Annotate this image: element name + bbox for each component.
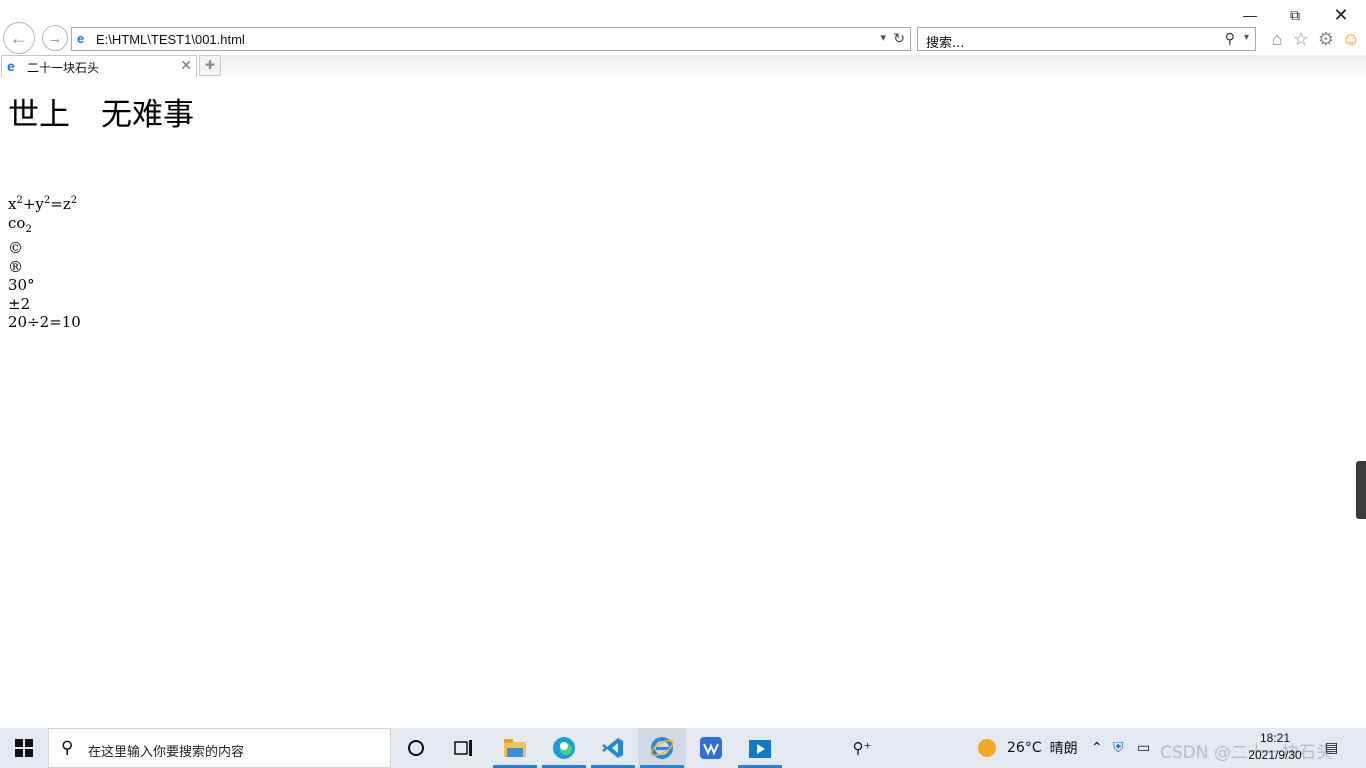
people-button[interactable]: ⚲⁺	[838, 728, 886, 768]
clock[interactable]: 18:21 2021/9/30	[1240, 730, 1310, 764]
taskbar: ⚲ 在这里输入你要搜索的内容 ⚲⁺ 26°C 晴朗 ⌃ ⛨ ▭ CSDN @二十…	[0, 728, 1366, 768]
task-view-button[interactable]	[440, 728, 488, 768]
wps-button[interactable]	[687, 728, 735, 768]
close-tab-icon[interactable]: ✕	[180, 57, 192, 74]
search-placeholder: 搜索...	[926, 36, 965, 51]
ie-tab-icon: e	[7, 58, 15, 74]
ie-taskbar-button[interactable]	[638, 728, 686, 768]
arrow-left-icon: ←	[10, 27, 28, 48]
windows-logo-icon	[15, 739, 33, 757]
security-icon[interactable]: ⛨	[1113, 728, 1124, 768]
media-player-icon	[749, 740, 771, 758]
home-icon[interactable]: ⌂	[1266, 28, 1288, 50]
sun-icon	[978, 739, 996, 757]
media-player-button[interactable]	[736, 728, 784, 768]
close-window-button[interactable]: ✕	[1318, 4, 1364, 26]
new-tab-button[interactable]: ✚	[199, 55, 221, 76]
address-bar[interactable]: e E:\HTML\TEST1\001.html ▾ ↻	[71, 27, 911, 51]
page-content: 世上 无难事 x2+y2=z2 co2 © ® 30° ±2 20÷2=10	[8, 86, 194, 332]
minimize-button[interactable]: —	[1227, 4, 1273, 26]
clock-date: 2021/9/30	[1248, 748, 1302, 762]
taskbar-search-placeholder: 在这里输入你要搜索的内容	[88, 745, 245, 760]
task-view-icon	[454, 740, 472, 756]
gear-icon[interactable]: ⚙	[1315, 28, 1337, 50]
favorites-star-icon[interactable]: ☆	[1290, 28, 1312, 50]
taskbar-search-input[interactable]: ⚲ 在这里输入你要搜索的内容	[48, 728, 391, 768]
internet-explorer-icon	[650, 737, 674, 759]
vscode-icon	[602, 738, 623, 758]
wps-icon	[700, 737, 722, 759]
weather-widget[interactable]: 26°C 晴朗	[977, 728, 1078, 768]
cortana-button[interactable]	[392, 728, 440, 768]
formula-line: x2+y2=z2	[8, 195, 78, 213]
address-dropdown-icon[interactable]: ▾	[880, 31, 886, 44]
refresh-icon[interactable]: ↻	[893, 30, 905, 47]
plusminus-line: ±2	[8, 294, 31, 313]
file-explorer-button[interactable]	[491, 728, 539, 768]
weather-condition: 晴朗	[1049, 741, 1078, 757]
weather-temperature: 26°C	[1007, 740, 1042, 756]
back-button[interactable]: ←	[3, 22, 35, 54]
show-hidden-icons-button[interactable]: ⌃	[1091, 728, 1103, 768]
clock-time: 18:21	[1259, 731, 1291, 745]
browser-chrome: — ⧉ ✕ ← → e E:\HTML\TEST1\001.html ▾ ↻ 搜…	[0, 0, 1366, 78]
smiley-feedback-icon[interactable]: ☺	[1340, 28, 1362, 50]
people-icon: ⚲⁺	[852, 740, 872, 757]
start-button[interactable]	[0, 728, 48, 768]
side-handle[interactable]	[1356, 461, 1366, 519]
address-text: E:\HTML\TEST1\001.html	[96, 32, 245, 47]
restore-button[interactable]: ⧉	[1272, 4, 1318, 26]
copyright-line: ©	[8, 239, 23, 257]
edge-icon	[553, 737, 575, 759]
folder-icon	[504, 739, 526, 757]
new-tab-icon: ✚	[204, 58, 216, 72]
search-dropdown-icon[interactable]: ▾	[1244, 32, 1249, 43]
search-box[interactable]: 搜索... ⚲ ▾	[917, 27, 1256, 51]
tab-title: 二十一块石头	[27, 61, 100, 75]
notification-icon[interactable]: ▤	[1325, 728, 1338, 768]
tab-active[interactable]: e 二十一块石头 ✕	[1, 55, 197, 77]
ie-page-icon: e	[77, 31, 85, 46]
cortana-circle-icon	[408, 740, 424, 756]
battery-icon[interactable]: ▭	[1137, 728, 1150, 768]
search-icon[interactable]: ⚲	[1225, 30, 1235, 47]
page-heading: 世上 无难事	[8, 97, 194, 133]
vscode-button[interactable]	[589, 728, 637, 768]
search-icon: ⚲	[61, 738, 74, 757]
co2-line: co2	[8, 213, 32, 235]
forward-button[interactable]: →	[42, 25, 68, 51]
chevron-up-icon: ⌃	[1091, 740, 1103, 756]
edge-button[interactable]	[540, 728, 588, 768]
arrow-right-icon: →	[47, 29, 63, 47]
tab-strip	[222, 55, 1366, 77]
division-line: 20÷2=10	[8, 313, 81, 331]
degree-line: 30°	[8, 276, 35, 294]
registered-line: ®	[8, 257, 23, 276]
